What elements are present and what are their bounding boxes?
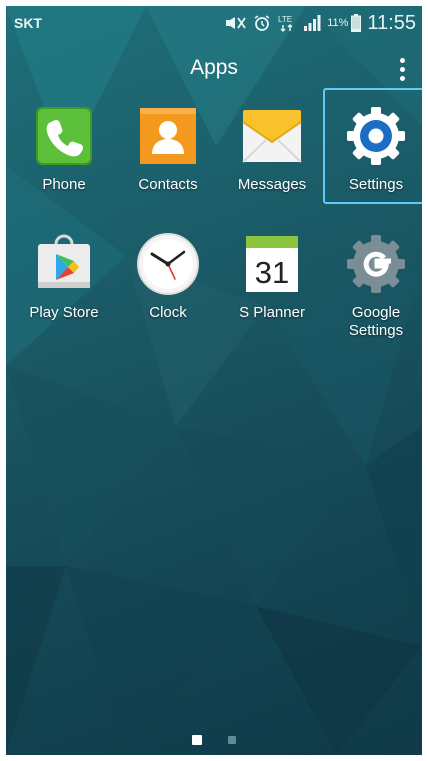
clock-icon [136,232,200,296]
app-label: Phone [42,176,86,193]
status-icons: LTE 11% 11:55 [217,10,416,36]
messages-icon [240,104,304,168]
app-messages[interactable]: Messages [220,104,324,194]
page-indicator [6,734,422,746]
carrier-label: SKT [14,15,42,31]
more-vertical-icon[interactable] [392,52,412,86]
app-label: Messages [237,176,307,193]
home-screen: SKT LTE 11% 11:55 Apps Phone Contacts Me… [6,6,422,755]
clock-time: 11:55 [367,11,416,34]
calendar-icon: 31 [240,232,304,296]
alarm-icon [253,14,271,32]
settings-icon [344,104,408,168]
status-bar: SKT LTE 11% 11:55 [6,6,422,42]
battery-percent: 11% [327,17,349,29]
svg-text:LTE: LTE [278,15,292,24]
app-label: Clock [149,304,187,321]
play-store-icon [32,232,96,296]
battery-icon [351,14,362,32]
app-label: S Planner [239,304,305,321]
app-label: Play Store [29,304,99,321]
svg-text:31: 31 [255,255,289,290]
app-label: Settings [348,176,404,193]
app-phone[interactable]: Phone [12,104,116,194]
apps-header: Apps [6,50,422,90]
app-s-planner[interactable]: 31 S Planner [220,232,324,322]
app-clock[interactable]: Clock [116,232,220,322]
google-settings-icon [344,232,408,296]
app-label: Google Settings [348,304,404,339]
app-contacts[interactable]: Contacts [116,104,220,194]
page-dot-1[interactable] [192,735,202,745]
page-dot-2[interactable] [228,736,236,744]
page-title: Apps [190,56,238,79]
mute-icon [223,15,247,31]
app-play-store[interactable]: Play Store [12,232,116,322]
signal-icon [303,15,321,31]
app-settings[interactable]: Settings [323,88,422,204]
contacts-icon [136,104,200,168]
app-google-settings[interactable]: Google Settings [324,232,422,340]
app-label: Contacts [138,176,198,193]
lte-icon: LTE [277,13,297,33]
phone-icon [32,104,96,168]
